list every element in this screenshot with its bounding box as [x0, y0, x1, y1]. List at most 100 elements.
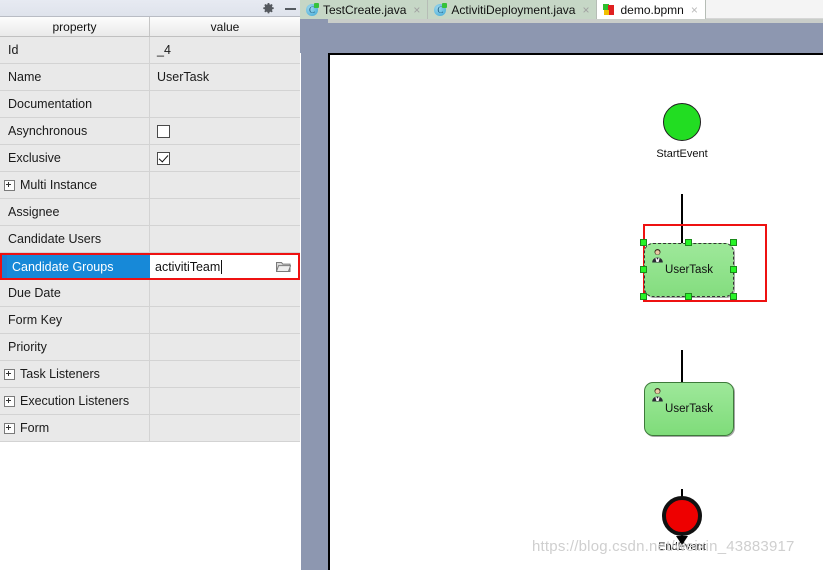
close-icon[interactable]: ×	[691, 3, 698, 17]
properties-empty-area	[0, 442, 300, 562]
editor-band-top-cap	[328, 19, 823, 23]
expand-plus-icon[interactable]	[4, 179, 15, 191]
property-name-cell[interactable]: Execution Listeners	[0, 388, 150, 414]
resize-handle-s[interactable]	[685, 293, 692, 300]
expand-plus-icon[interactable]	[4, 422, 15, 434]
editor-tab-1[interactable]: C TestCreate.java ×	[300, 0, 429, 19]
resize-handle-e[interactable]	[730, 266, 737, 273]
input-value: activitiTeam	[155, 259, 221, 274]
bpmn-file-icon	[603, 3, 615, 16]
property-value-cell[interactable]	[150, 118, 300, 144]
property-name-label: Form Key	[8, 313, 63, 327]
property-name-cell[interactable]: Name	[0, 64, 150, 90]
property-row[interactable]: Form	[0, 415, 300, 442]
editor-toolbar-band	[300, 19, 823, 53]
property-row[interactable]: Assignee	[0, 199, 300, 226]
resize-handle-sw[interactable]	[640, 293, 647, 300]
property-row[interactable]: Task Listeners	[0, 361, 300, 388]
property-row[interactable]: Name UserTask	[0, 64, 300, 91]
expand-plus-icon[interactable]	[4, 395, 15, 407]
property-row[interactable]: Priority	[0, 334, 300, 361]
property-value-cell[interactable]	[150, 388, 300, 414]
property-name-cell[interactable]: Assignee	[0, 199, 150, 225]
panel-canvas-divider	[301, 0, 328, 570]
close-icon[interactable]: ×	[413, 3, 420, 17]
property-value-cell[interactable]	[150, 91, 300, 117]
resize-handle-w[interactable]	[640, 266, 647, 273]
folder-icon[interactable]	[275, 261, 292, 273]
minimize-icon[interactable]	[285, 3, 296, 14]
column-header-value[interactable]: value	[150, 17, 300, 36]
user-task-node[interactable]: UserTask	[644, 382, 734, 436]
gear-icon[interactable]	[263, 3, 274, 14]
property-value-cell[interactable]	[150, 334, 300, 360]
editor-tab-3[interactable]: demo.bpmn ×	[597, 0, 706, 19]
expand-plus-icon[interactable]	[4, 368, 15, 380]
bpmn-canvas[interactable]: StartEvent UserTask UserTask EndEvent ht…	[328, 53, 823, 570]
property-row[interactable]: Documentation	[0, 91, 300, 118]
property-value-label: _4	[157, 43, 171, 57]
property-row[interactable]: Multi Instance	[0, 172, 300, 199]
property-row[interactable]: Asynchronous	[0, 118, 300, 145]
property-value-cell[interactable]	[150, 415, 300, 441]
resize-handle-n[interactable]	[685, 239, 692, 246]
editor-tab-label: demo.bpmn	[620, 2, 684, 17]
panel-titlebar-actions	[263, 0, 296, 17]
column-header-property[interactable]: property	[0, 17, 150, 36]
property-name-cell[interactable]: Asynchronous	[0, 118, 150, 144]
property-name-cell[interactable]: Task Listeners	[0, 361, 150, 387]
property-row[interactable]: Exclusive	[0, 145, 300, 172]
property-name-cell[interactable]: Multi Instance	[0, 172, 150, 198]
resize-handle-se[interactable]	[730, 293, 737, 300]
property-row[interactable]: Id _4	[0, 37, 300, 64]
property-name-label: Assignee	[8, 205, 60, 219]
resize-handle-nw[interactable]	[640, 239, 647, 246]
property-row[interactable]: Form Key	[0, 307, 300, 334]
property-name-cell[interactable]: Priority	[0, 334, 150, 360]
user-task-label-selected: UserTask	[665, 264, 713, 276]
property-row[interactable]: Execution Listeners	[0, 388, 300, 415]
property-row[interactable]: Due Date	[0, 280, 300, 307]
user-task-shape[interactable]: UserTask	[644, 382, 734, 436]
property-name-label: Due Date	[8, 286, 61, 300]
user-task-node-selected[interactable]: UserTask	[640, 239, 737, 300]
property-value-cell[interactable]	[150, 172, 300, 198]
close-icon[interactable]: ×	[582, 3, 589, 17]
property-value-cell[interactable]	[150, 280, 300, 306]
property-value-label: UserTask	[157, 70, 210, 84]
person-icon	[650, 387, 665, 402]
property-value-cell[interactable]	[150, 361, 300, 387]
candidate-groups-input[interactable]: activitiTeam	[150, 255, 298, 278]
user-task-shape-selected[interactable]: UserTask	[644, 243, 734, 297]
property-name-label: Documentation	[8, 97, 93, 111]
property-name-cell[interactable]: Form	[0, 415, 150, 441]
property-value-cell[interactable]	[150, 307, 300, 333]
property-name-label: Multi Instance	[20, 178, 98, 192]
property-value-cell[interactable]: _4	[150, 37, 300, 63]
resize-handle-ne[interactable]	[730, 239, 737, 246]
panel-titlebar	[0, 0, 300, 17]
property-row[interactable]: Candidate Users	[0, 226, 300, 253]
property-value-cell[interactable]	[150, 226, 300, 252]
property-name-cell[interactable]: Documentation	[0, 91, 150, 117]
end-event-node[interactable]	[662, 496, 702, 536]
property-name-cell[interactable]: Due Date	[0, 280, 150, 306]
editor-tab-2[interactable]: C ActivitiDeployment.java ×	[428, 0, 598, 19]
property-name-label: Exclusive	[8, 151, 61, 165]
checkbox-unchecked[interactable]	[157, 124, 170, 138]
editor-tab-label: TestCreate.java	[323, 2, 407, 17]
property-row[interactable]: Candidate Groups activitiTeam	[0, 253, 300, 280]
property-name-cell[interactable]: Exclusive	[0, 145, 150, 171]
property-name-cell[interactable]: Candidate Users	[0, 226, 150, 252]
start-event-node[interactable]	[663, 103, 701, 141]
property-name-cell[interactable]: Form Key	[0, 307, 150, 333]
property-value-cell[interactable]	[150, 199, 300, 225]
properties-table: Id _4 Name UserTask Documentation Asynchronou…	[0, 37, 300, 570]
property-name-label: Form	[20, 421, 50, 435]
start-event-shape	[663, 103, 701, 141]
property-value-cell[interactable]: UserTask	[150, 64, 300, 90]
property-name-cell[interactable]: Id	[0, 37, 150, 63]
property-value-cell[interactable]	[150, 145, 300, 171]
checkbox-checked[interactable]	[157, 151, 170, 165]
candidate-groups-edit-row[interactable]: Candidate Groups activitiTeam	[0, 253, 300, 280]
